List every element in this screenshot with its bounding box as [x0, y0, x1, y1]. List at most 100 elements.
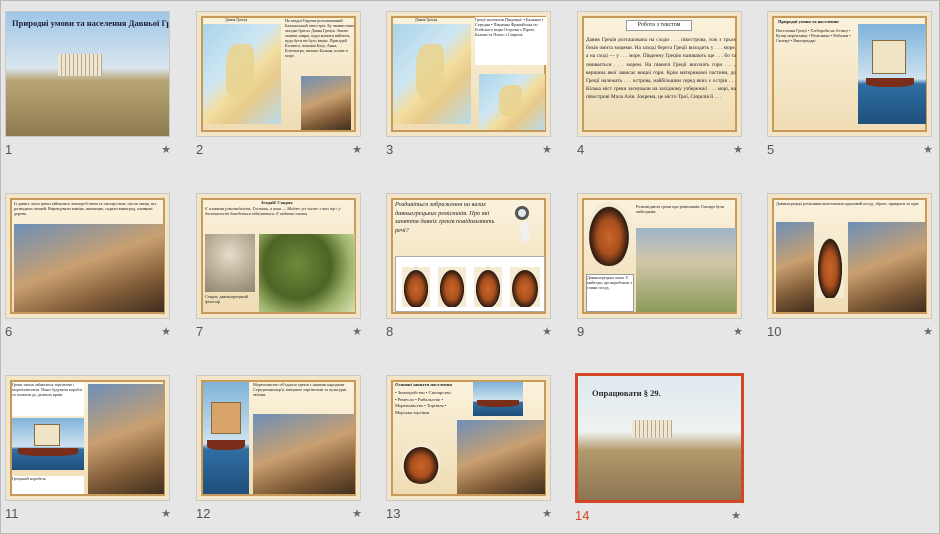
slide-number: 5 [767, 142, 775, 157]
slide-thumbnail-3[interactable]: Давня Греція Греції належали Південна: •… [386, 11, 552, 159]
vase-image [816, 234, 844, 298]
star-icon[interactable]: ★ [352, 143, 362, 156]
ship-painting [203, 382, 249, 494]
slide-number: 9 [577, 324, 585, 339]
slide-6-text: Із давніх часів греки займались землероб… [14, 201, 157, 216]
slide-thumbnail-11[interactable]: Греки також займалися торгівлею і морепл… [5, 375, 171, 523]
slide-thumbnail-7[interactable]: Згадай! Сократ. Є оливкова різновидність… [196, 193, 362, 341]
shepherd-painting [636, 228, 736, 312]
map-title: Давня Греція [225, 17, 248, 22]
star-icon[interactable]: ★ [161, 325, 171, 338]
slide-thumbnail-5[interactable]: Природні умови та населення Населення Гр… [767, 11, 933, 159]
slide-thumbnail-12[interactable]: Мореплавство об'єднало греків з іншими н… [196, 375, 362, 523]
slide-4-text: Давня Греція розташована на сходи . . . … [586, 37, 736, 101]
star-icon[interactable]: ★ [542, 143, 552, 156]
star-icon[interactable]: ★ [352, 325, 362, 338]
greece-map [393, 24, 471, 124]
slide-5-preview[interactable]: Природні умови та населення Населення Гр… [767, 11, 932, 137]
vases-panel [395, 256, 545, 312]
slide-1-preview[interactable]: Природні умови та населення Давньої Грец… [5, 11, 170, 137]
star-icon[interactable]: ★ [542, 507, 552, 520]
slide-number: 11 [5, 506, 19, 521]
slide-thumbnail-8[interactable]: Роздивіться зображення на вазах давньогр… [386, 193, 552, 341]
slide-11-text: Греки також займалися торгівлею і морепл… [12, 382, 84, 416]
slide-number: 2 [196, 142, 204, 157]
slide-1-title: Природні умови та населення Давньої Грец… [12, 18, 170, 28]
slide-thumbnail-6[interactable]: Із давніх часів греки займались землероб… [5, 193, 171, 341]
star-icon[interactable]: ★ [161, 143, 171, 156]
slide-13-title: Основні заняття населення [395, 382, 452, 387]
slide-9-caption: Давньогрецька чаша. Є майстри, що виробл… [586, 274, 634, 312]
star-icon[interactable]: ★ [161, 507, 171, 520]
slide-number: 7 [196, 324, 204, 339]
slide-7-title: Згадай! Сократ. [261, 200, 294, 205]
harbor-painting [253, 414, 355, 494]
slide-9-preview[interactable]: Розповідають греки про ремісників. Гонча… [577, 193, 742, 319]
slide-2-text: На півдні Європи розташований Балканськи… [285, 18, 354, 58]
slide-13-list: • Землеробство • Скотарство • Ремесло • … [395, 390, 451, 415]
slide-8-preview[interactable]: Роздивіться зображення на вазах давньогр… [386, 193, 551, 319]
slide-9-text: Розповідають греки про ремісників. Гонча… [636, 204, 725, 214]
plate-image [401, 444, 441, 484]
slide-thumbnail-1[interactable]: Природні умови та населення Давньої Грец… [5, 11, 171, 159]
slide-number: 10 [767, 324, 782, 339]
star-icon[interactable]: ★ [733, 325, 743, 338]
slide-number: 6 [5, 324, 13, 339]
ship-painting [858, 24, 926, 124]
slide-12-preview[interactable]: Мореплавство об'єднало греків з іншими н… [196, 375, 361, 501]
socrates-bust [205, 234, 255, 292]
slide-number: 14 [575, 508, 590, 523]
slide-12-text: Мореплавство об'єднало греків з іншими н… [253, 382, 347, 397]
parthenon-image [632, 420, 672, 438]
slide-8-title: Роздивіться зображення на вазах давньогр… [395, 201, 495, 234]
slide-number: 12 [196, 506, 211, 521]
slide-thumbnail-2[interactable]: Давня Греція На півдні Європи розташован… [196, 11, 362, 159]
trireme-painting [12, 418, 84, 470]
star-icon[interactable]: ★ [542, 325, 552, 338]
star-icon[interactable]: ★ [733, 143, 743, 156]
slide-thumbnail-14[interactable]: Опрацювати § 29. 14 ★ [575, 373, 744, 523]
region-map [479, 74, 545, 130]
star-icon[interactable]: ★ [731, 509, 741, 522]
parthenon-image [58, 54, 102, 76]
craftsman-painting [776, 222, 814, 312]
magnifier-figure [509, 202, 543, 246]
star-icon[interactable]: ★ [923, 325, 933, 338]
olive-tree-photo [259, 234, 355, 312]
slide-7-preview[interactable]: Згадай! Сократ. Є оливкова різновидність… [196, 193, 361, 319]
slide-7-caption: Сократ, давньогрецький філософ [205, 294, 248, 304]
star-icon[interactable]: ★ [352, 507, 362, 520]
map-title: Давня Греція [415, 17, 438, 22]
slide-4-title: Робота з текстом [626, 20, 692, 31]
slide-number: 8 [386, 324, 394, 339]
slide-7-text: Є оливкова різновидність. Гостини, а вон… [205, 206, 341, 216]
slide-4-preview[interactable]: Робота з текстом Давня Греція розташован… [577, 11, 742, 137]
sailor-painting [301, 76, 351, 130]
slide-6-preview[interactable]: Із давніх часів греки займались землероб… [5, 193, 170, 319]
slide-number: 1 [5, 142, 13, 157]
slide-thumbnail-10[interactable]: Давньогрецькі ремісники виготовляли крас… [767, 193, 933, 341]
slide-number: 13 [386, 506, 401, 521]
slide-thumbnail-9[interactable]: Розповідають греки про ремісників. Гонча… [577, 193, 743, 341]
slide-11-note: Грецький корабель [12, 476, 84, 494]
slide-thumbnail-13[interactable]: Основні заняття населення • Землеробство… [386, 375, 552, 523]
slide-3-preview[interactable]: Давня Греція Греції належали Південна: •… [386, 11, 551, 137]
slide-sorter: Природні умови та населення Давньої Грец… [0, 0, 940, 534]
galley-image [473, 382, 523, 416]
slide-2-preview[interactable]: Давня Греція На півдні Європи розташован… [196, 11, 361, 137]
slide-10-preview[interactable]: Давньогрецькі ремісники виготовляли крас… [767, 193, 932, 319]
slide-3-list: Греції належали Південна: • Балкани • Се… [475, 17, 547, 65]
slide-13-preview[interactable]: Основні заняття населення • Землеробство… [386, 375, 551, 501]
slide-number: 4 [577, 142, 585, 157]
slide-11-preview[interactable]: Греки також займалися торгівлею і морепл… [5, 375, 170, 501]
slide-thumbnail-4[interactable]: Робота з текстом Давня Греція розташован… [577, 11, 743, 159]
slide-number: 3 [386, 142, 394, 157]
slide-10-text: Давньогрецькі ремісники виготовляли крас… [776, 201, 920, 206]
greece-map [203, 24, 281, 124]
star-icon[interactable]: ★ [923, 143, 933, 156]
slide-5-list: Населення Греції • Хлібороби на Аттиці •… [776, 28, 851, 43]
farming-painting [14, 224, 164, 312]
workshop-painting [848, 222, 926, 312]
slide-14-preview[interactable]: Опрацювати § 29. [575, 373, 744, 503]
market-painting [88, 384, 164, 494]
